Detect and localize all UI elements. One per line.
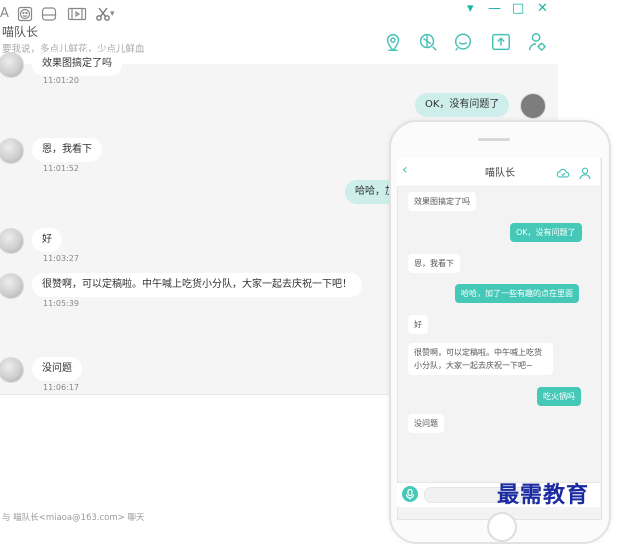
video-icon[interactable] [67,6,87,22]
mobile-message: 很赞啊，可以定稿啦。中午喊上吃货小分队，大家一起去庆祝一下吧~ [408,343,553,375]
mobile-message: 吃火锅吗 [537,387,581,406]
menu-dropdown-icon[interactable]: ▾ [467,2,474,16]
message-bubble: 好 [32,228,62,252]
mobile-message: 没问题 [408,414,444,433]
profile-icon[interactable] [578,165,592,180]
message-bubble: OK，没有问题了 [415,93,510,117]
my-avatar [520,93,546,119]
tools-icon[interactable] [417,31,439,53]
message-bubble: 很赞啊，可以定稿啦。中午喊上吃货小分队，大家一起去庆祝一下吧！ [32,273,362,297]
message-timestamp: 11:06:17 [43,383,79,392]
image-icon[interactable] [41,6,57,22]
message-bubble: 没问题 [32,357,82,381]
mobile-message: 效果图搞定了吗 [408,192,476,211]
message-timestamp: 11:01:20 [43,76,79,85]
maximize-button[interactable]: □ [512,2,524,16]
message-timestamp: 11:03:27 [43,254,79,263]
screenshot-scissors-icon[interactable] [95,6,111,22]
microphone-icon[interactable] [402,486,418,502]
mobile-message: 哈哈，加了一些有趣的点在里面 [455,284,579,303]
home-button[interactable] [487,512,517,542]
phone-screen [397,158,602,520]
font-button[interactable]: A [0,6,9,22]
screenshot-dropdown-icon[interactable]: ▾ [110,6,115,22]
message-bubble: 效果图搞定了吗 [32,52,122,76]
person-settings-icon[interactable] [526,31,548,53]
mobile-title: 喵队长 [485,168,515,179]
contact-name: 喵队长 [2,25,39,39]
mobile-message: OK，没有问题了 [510,223,582,242]
share-icon[interactable] [490,31,512,53]
message-timestamp: 11:01:52 [43,164,79,173]
emoji-icon[interactable] [17,6,33,22]
back-chevron-icon[interactable]: ‹ [402,162,408,178]
chat-status-text: 与 喵队长<miaoa@163.com> 聊天 [2,513,145,523]
mobile-message: 好 [408,315,428,334]
message-bubble: 恩，我看下 [32,138,102,162]
mobile-message: 恩，我看下 [408,254,460,273]
message-timestamp: 11:05:39 [43,299,79,308]
location-icon[interactable] [382,31,404,53]
close-button[interactable]: ✕ [537,2,548,16]
watermark-text: 最需教育 [497,482,590,508]
cloud-icon[interactable] [556,165,570,179]
chat-bubble-icon[interactable] [452,31,474,53]
phone-earpiece [478,138,510,141]
minimize-button[interactable]: — [488,2,501,16]
